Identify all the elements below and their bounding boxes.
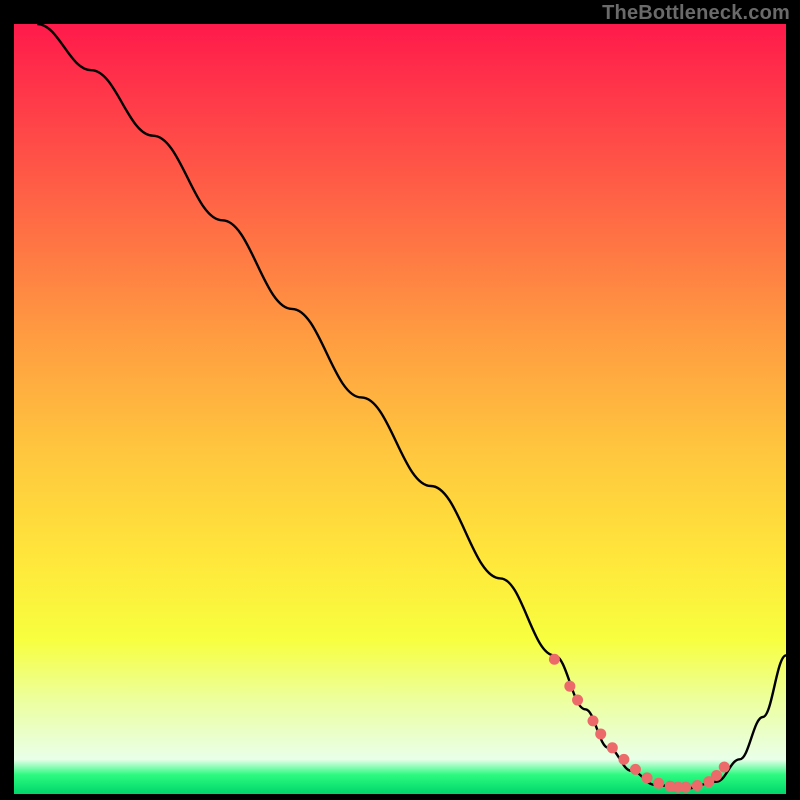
- marker-dot: [680, 782, 691, 793]
- marker-dot: [618, 754, 629, 765]
- marker-dot: [653, 778, 664, 789]
- marker-dot: [642, 772, 653, 783]
- marker-dot: [588, 715, 599, 726]
- marker-dot: [711, 770, 722, 781]
- marker-dot: [630, 764, 641, 775]
- marker-dot: [719, 762, 730, 773]
- marker-dot: [572, 695, 583, 706]
- chart-svg: [14, 24, 786, 794]
- marker-dot: [564, 681, 575, 692]
- marker-dot: [692, 780, 703, 791]
- marker-dot: [549, 654, 560, 665]
- marker-dot: [595, 728, 606, 739]
- chart-frame: [14, 24, 786, 794]
- marker-dot: [607, 742, 618, 753]
- gradient-background: [14, 24, 786, 794]
- watermark-text: TheBottleneck.com: [602, 2, 790, 25]
